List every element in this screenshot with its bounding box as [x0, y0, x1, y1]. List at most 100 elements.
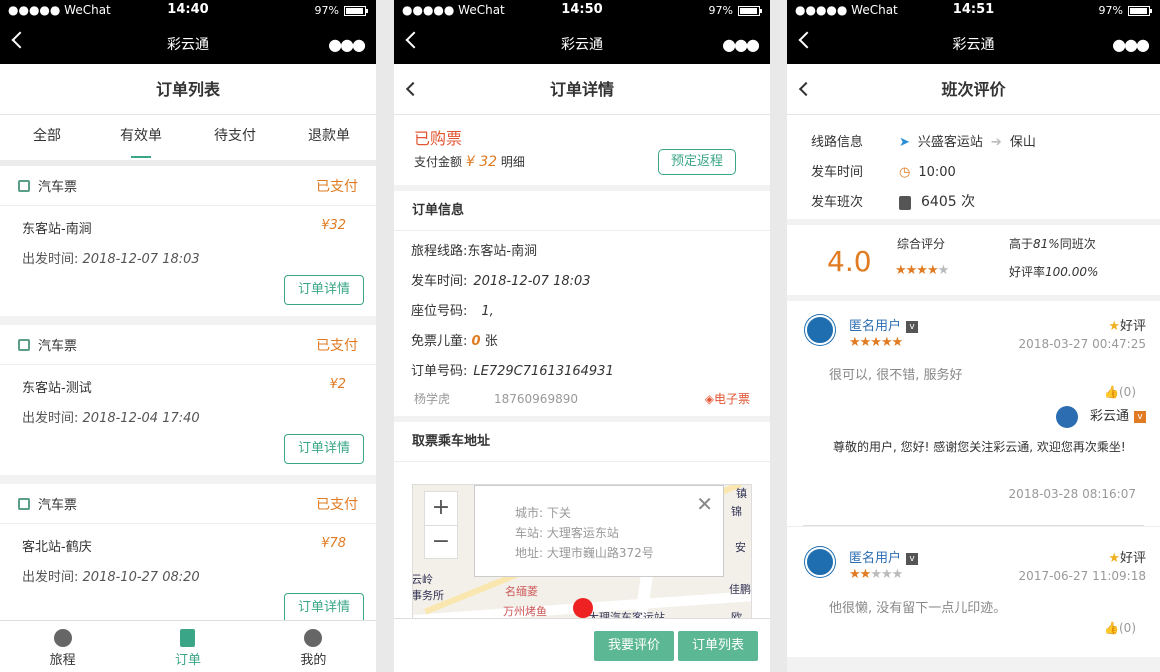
departure-label: 出发时间: [22, 570, 79, 585]
close-icon[interactable]: ✕ [696, 492, 713, 516]
order-list-button[interactable]: 订单列表 [678, 631, 758, 661]
zoom-out-button[interactable]: − [425, 526, 457, 558]
wechat-navbar: 彩云通 ●●● [394, 22, 770, 64]
departure-label: 出发时间: [22, 252, 79, 267]
info-row-order-no: 订单号码: LE729C71613164931 [411, 364, 614, 379]
back-icon[interactable] [405, 81, 421, 97]
status-bar: ●●●●● WeChat 14:40 97% [0, 0, 376, 22]
eticket-link[interactable]: ◈电子票 [705, 387, 750, 411]
tabbar-orders[interactable]: 订单 [125, 621, 250, 672]
wechat-navbar: 彩云通 ●●● [787, 22, 1160, 64]
review-tag: 好评 [1119, 319, 1146, 334]
departure-time: 2018-10-27 08:20 [82, 570, 200, 585]
map-label: 事务所 [412, 589, 444, 602]
info-row-time: 发车时间: 2018-12-07 18:03 [411, 274, 591, 289]
page-title-text: 订单详情 [549, 80, 614, 99]
order-detail-button[interactable]: 订单详情 [284, 434, 364, 464]
map-label: 云岭 [412, 573, 433, 586]
globe-icon [53, 629, 72, 647]
pay-label: 支付金额 [414, 155, 463, 169]
higher-pct: 81% [1033, 237, 1060, 251]
bus-icon [18, 497, 30, 510]
good-rate-label: 好评率 [1009, 265, 1046, 279]
shift-label: 发车班次 [811, 195, 864, 210]
status-bar: ●●●●● WeChat 14:51 97% [787, 0, 1160, 22]
review-stars: ★★★★★ [849, 335, 903, 350]
section-title: 取票乘车地址 [394, 422, 770, 462]
tab-all[interactable]: 全部 [0, 115, 94, 160]
good-rate: 100.00% [1045, 265, 1099, 279]
info-row-seat: 座位号码: 1, [411, 304, 494, 319]
time-label: 发车时间 [811, 165, 864, 180]
ticket-type: 汽车票 [38, 180, 78, 195]
order-detail-screen: ●●●●● WeChat 14:50 97% 彩云通 ●●● 订单详情 已购票 … [394, 0, 770, 672]
tab-pending[interactable]: 待支付 [188, 115, 282, 160]
detail-link[interactable]: 明细 [501, 155, 525, 169]
tabbar-me[interactable]: 我的 [251, 621, 376, 672]
ticket-status: 已购票 [414, 129, 463, 148]
back-icon[interactable] [798, 81, 814, 97]
battery-icon [738, 5, 762, 16]
order-detail-button[interactable]: 订单详情 [284, 593, 364, 623]
verified-icon: v [906, 320, 919, 333]
order-info-section: 订单信息 旅程线路:东客站-南涧 发车时间: 2018-12-07 18:03 座… [394, 191, 770, 416]
contact-phone: 18760969890 [494, 392, 578, 406]
time-value: 10:00 [918, 165, 956, 180]
page-title-text: 班次评价 [941, 80, 1006, 99]
section-title: 订单信息 [394, 191, 770, 231]
more-icon[interactable]: ●●● [1112, 35, 1150, 54]
zoom-in-button[interactable]: + [425, 492, 457, 526]
thumb-up-icon: 👍 [1104, 621, 1119, 635]
tab-refund[interactable]: 退款单 [282, 115, 376, 160]
overall-label: 综合评分 [897, 237, 946, 251]
map-info-popup: ✕ 城市: 下关 车站: 大理客运东站 地址: 大理市巍山路372号 [474, 485, 724, 577]
bottom-tabbar: 旅程 订单 我的 [0, 620, 376, 672]
route-info-section: 线路信息 ➤ 兴盛客运站 ➔ 保山 发车时间 ◷ 10:00 发车班次 6405 次 [787, 115, 1160, 219]
map-label: 万州烤鱼 [503, 605, 547, 618]
wechat-navbar: 彩云通 ●●● [0, 22, 376, 64]
battery-icon [1128, 5, 1152, 16]
higher-prefix: 高于 [1009, 237, 1034, 251]
more-icon[interactable]: ●●● [722, 35, 760, 54]
reply-name: 彩云通 [1089, 409, 1129, 424]
popup-address: 地址: 大理市巍山路372号 [515, 546, 654, 560]
return-trip-button[interactable]: 预定返程 [658, 149, 736, 175]
map-view[interactable]: 万州烤鱼 大理汽车客运站 名缅菱 云岭 事务所 锦 安 佳鹏 欧 镇 + − ✕… [412, 484, 752, 634]
route-to: 保山 [1009, 135, 1036, 150]
more-icon[interactable]: ●●● [328, 35, 366, 54]
order-detail-button[interactable]: 订单详情 [284, 275, 364, 305]
review-user: 匿名用户 [849, 551, 902, 566]
like-button[interactable]: 👍(0) [1104, 385, 1136, 399]
tab-valid[interactable]: 有效单 [94, 115, 188, 160]
order-price: ¥2 [329, 377, 346, 392]
review-button[interactable]: 我要评价 [594, 631, 674, 661]
document-icon [180, 629, 196, 647]
avatar [805, 547, 835, 577]
order-status: 已支付 [316, 337, 358, 354]
route-label: 线路信息 [811, 135, 864, 150]
battery-percent: 97% [708, 4, 733, 17]
map-label: 安 [735, 541, 746, 554]
tabbar-label: 订单 [174, 653, 201, 668]
tabbar-journey[interactable]: 旅程 [0, 621, 125, 672]
popup-city: 城市: 下关 [515, 506, 571, 520]
like-button[interactable]: 👍(0) [1104, 621, 1136, 635]
map-label: 锦 [731, 505, 742, 518]
score-stars: ★★★★★ [895, 263, 949, 278]
review-text: 很可以, 很不错, 服务好 [829, 368, 963, 383]
map-pin-icon[interactable] [573, 598, 593, 618]
order-route: 客北站-鹤庆 [22, 540, 92, 555]
reply-text: 尊敬的用户, 您好! 感谢您关注彩云通, 欢迎您再次乘坐! [833, 440, 1126, 454]
info-row-children: 免票儿童: 0 张 [411, 334, 498, 349]
map-label: 佳鹏 [729, 583, 751, 596]
verified-icon: v [906, 552, 919, 565]
info-row-route: 旅程线路:东客站-南涧 [411, 244, 538, 259]
map-zoom-control: + − [424, 491, 458, 559]
order-status: 已支付 [316, 496, 358, 513]
reply-avatar [1055, 405, 1078, 428]
battery-percent: 97% [314, 4, 339, 17]
page-title: 订单列表 [0, 64, 376, 115]
departure-label: 出发时间: [22, 411, 79, 426]
tabbar-label: 旅程 [49, 653, 76, 668]
page-title: 订单详情 [394, 64, 770, 115]
